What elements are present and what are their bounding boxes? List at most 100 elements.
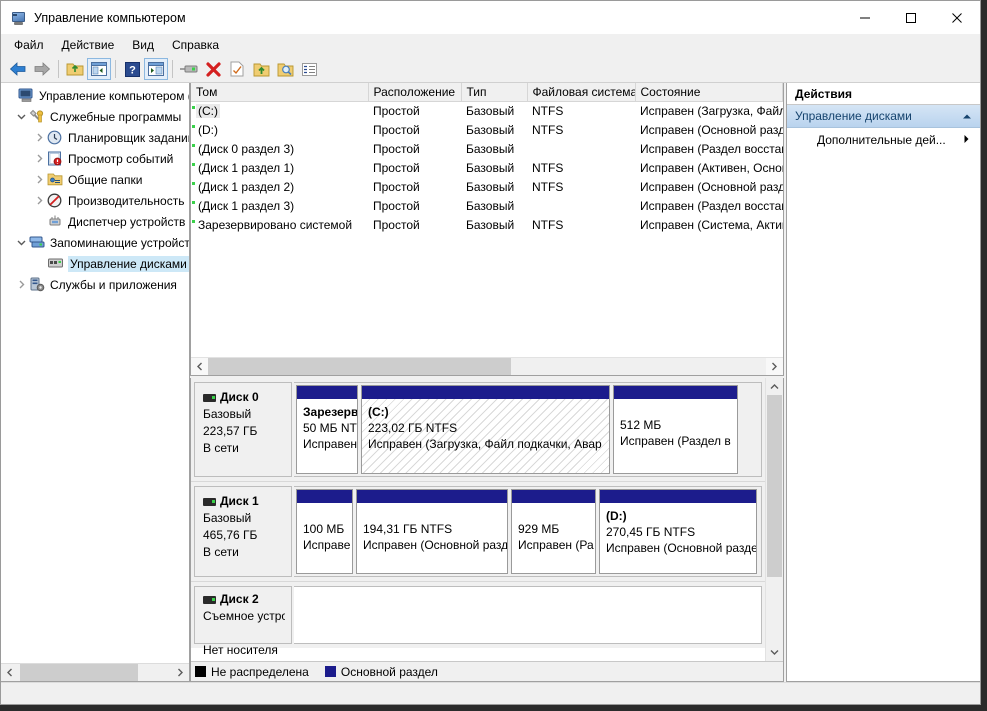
disk-size: 223,57 ГБ — [203, 424, 258, 438]
table-row[interactable]: (Диск 1 раздел 1) Простой Базовый NTFS И… — [191, 159, 783, 178]
expander-collapsed-icon[interactable] — [32, 127, 47, 148]
table-row[interactable]: (Диск 1 раздел 2) Простой Базовый NTFS И… — [191, 178, 783, 197]
scroll-right-icon[interactable] — [172, 664, 189, 681]
table-row[interactable]: (Диск 1 раздел 3) Простой Базовый Исправ… — [191, 197, 783, 216]
tree-item-storage[interactable]: Запоминающие устройст — [1, 232, 189, 253]
cell-layout: Простой — [373, 142, 420, 156]
menu-view[interactable]: Вид — [123, 35, 163, 55]
menu-file[interactable]: Файл — [5, 35, 53, 55]
actions-item-more-actions[interactable]: Дополнительные дей... — [787, 128, 980, 152]
disk-vscroll-track[interactable] — [766, 395, 783, 644]
partition-size: 929 МБ — [518, 522, 560, 536]
shared-folders-icon — [47, 172, 64, 188]
expander-expanded-icon[interactable] — [14, 106, 29, 127]
scroll-up-icon[interactable] — [766, 378, 783, 395]
chevron-right-icon[interactable] — [963, 133, 970, 147]
disk-graphic-vertical-scrollbar[interactable] — [765, 378, 783, 661]
help-icon[interactable]: ? — [120, 58, 144, 80]
volume-list-horizontal-scrollbar[interactable] — [191, 357, 783, 375]
volume-hscroll-track[interactable] — [208, 358, 766, 375]
column-header-status[interactable]: Состояние — [635, 83, 783, 102]
minimize-button[interactable] — [842, 1, 888, 34]
disk-vscroll-thumb[interactable] — [767, 395, 782, 577]
disk-info-2[interactable]: Диск 2 Съемное устрой Нет носителя — [194, 586, 292, 657]
partition[interactable]: Зарезерви 50 МБ NTFS Исправен ( — [296, 385, 358, 474]
tree-item-disk-management[interactable]: Управление дисками — [1, 253, 189, 274]
table-row[interactable]: Зарезервировано системой Простой Базовый… — [191, 216, 783, 235]
disk-row-2[interactable]: Диск 2 Съемное устрой Нет носителя — [191, 582, 765, 657]
scroll-down-icon[interactable] — [766, 644, 783, 661]
scroll-left-icon[interactable] — [191, 358, 208, 375]
disk-no-media-area[interactable] — [294, 586, 762, 644]
disk-info-0[interactable]: Диск 0 Базовый 223,57 ГБ В сети — [194, 382, 292, 477]
properties-check-icon[interactable] — [225, 58, 249, 80]
maximize-button[interactable] — [888, 1, 934, 34]
list-view-icon[interactable] — [297, 58, 321, 80]
menu-action[interactable]: Действие — [53, 35, 124, 55]
column-header-layout[interactable]: Расположение — [368, 83, 462, 102]
tree-item-label: Диспетчер устройств — [68, 214, 186, 229]
rescan-disks-icon[interactable] — [177, 58, 201, 80]
expander-collapsed-icon[interactable] — [32, 169, 47, 190]
partition[interactable]: 929 МБ Исправен (Ра — [511, 489, 596, 574]
scroll-right-icon[interactable] — [766, 358, 783, 375]
tree-item-device-manager[interactable]: Диспетчер устройств — [1, 211, 189, 232]
table-row[interactable]: (C:) Простой Базовый NTFS Исправен (Загр… — [191, 102, 783, 121]
expander-collapsed-icon[interactable] — [32, 190, 47, 211]
tree-item-computer-management[interactable]: Управление компьютером (л — [1, 85, 189, 106]
export-list-icon[interactable] — [249, 58, 273, 80]
toolbar-separator — [58, 60, 59, 78]
tree-item-performance[interactable]: Производительность — [1, 190, 189, 211]
expander-collapsed-icon[interactable] — [32, 148, 47, 169]
search-icon[interactable] — [273, 58, 297, 80]
tree-hscroll-track[interactable] — [18, 664, 172, 681]
forward-arrow-icon[interactable] — [30, 58, 54, 80]
folder-up-icon[interactable] — [63, 58, 87, 80]
disk-size: 465,76 ГБ — [203, 528, 258, 542]
tree-item-system-tools[interactable]: Служебные программы — [1, 106, 189, 127]
partition-name: (C:) — [368, 405, 389, 419]
delete-icon[interactable] — [201, 58, 225, 80]
expander-expanded-icon[interactable] — [14, 232, 29, 253]
back-arrow-icon[interactable] — [6, 58, 30, 80]
partition[interactable]: (C:) 223,02 ГБ NTFS Исправен (Загрузка, … — [361, 385, 610, 474]
tree-item-services-and-applications[interactable]: Службы и приложения — [1, 274, 189, 295]
tree-horizontal-scrollbar[interactable] — [1, 663, 189, 681]
disk-info-1[interactable]: Диск 1 Базовый 465,76 ГБ В сети — [194, 486, 292, 577]
legend-item-primary-partition: Основной раздел — [324, 665, 438, 679]
disk-partitions-0: Зарезерви 50 МБ NTFS Исправен ( (C:) — [294, 382, 762, 477]
services-icon — [29, 277, 46, 293]
disk-row-0[interactable]: Диск 0 Базовый 223,57 ГБ В сети Зарезер … — [191, 378, 765, 482]
partition-size: 270,45 ГБ NTFS — [606, 525, 696, 539]
tree-item-task-scheduler[interactable]: Планировщик заданий — [1, 127, 189, 148]
tree-hscroll-thumb[interactable] — [20, 664, 138, 681]
disk-kind: Базовый — [203, 511, 252, 525]
column-header-filesystem[interactable]: Файловая система — [527, 83, 636, 102]
close-button[interactable] — [934, 1, 980, 34]
tree-item-event-viewer[interactable]: Просмотр событий — [1, 148, 189, 169]
chevron-up-icon[interactable] — [962, 109, 972, 123]
partition[interactable]: 512 МБ Исправен (Раздел в — [613, 385, 738, 474]
volume-hscroll-thumb[interactable] — [208, 358, 511, 375]
column-header-type[interactable]: Тип — [461, 83, 528, 102]
tree-item-shared-folders[interactable]: Общие папки — [1, 169, 189, 190]
table-row[interactable]: (Диск 0 раздел 3) Простой Базовый Исправ… — [191, 140, 783, 159]
show-action-pane-icon[interactable] — [144, 58, 168, 80]
scroll-left-icon[interactable] — [1, 664, 18, 681]
table-row[interactable]: (D:) Простой Базовый NTFS Исправен (Осно… — [191, 121, 783, 140]
column-header-volume[interactable]: Том — [191, 83, 369, 102]
actions-group-label: Управление дисками — [795, 109, 912, 123]
partition-color-bar — [297, 386, 357, 399]
disk-row-1[interactable]: Диск 1 Базовый 465,76 ГБ В сети 100 МБ И… — [191, 482, 765, 582]
actions-group-disk-management[interactable]: Управление дисками — [787, 105, 980, 128]
show-hide-console-tree-icon[interactable] — [87, 58, 111, 80]
menu-help[interactable]: Справка — [163, 35, 228, 55]
partition[interactable]: 194,31 ГБ NTFS Исправен (Основной разд — [356, 489, 508, 574]
legend-label: Не распределена — [211, 664, 309, 679]
partition-color-bar — [297, 490, 352, 503]
partition[interactable]: (D:) 270,45 ГБ NTFS Исправен (Основной р… — [599, 489, 757, 574]
toolbar: ? — [1, 56, 980, 83]
cell-type: Базовый — [466, 161, 515, 175]
partition[interactable]: 100 МБ Исправе — [296, 489, 353, 574]
expander-collapsed-icon[interactable] — [14, 274, 29, 295]
